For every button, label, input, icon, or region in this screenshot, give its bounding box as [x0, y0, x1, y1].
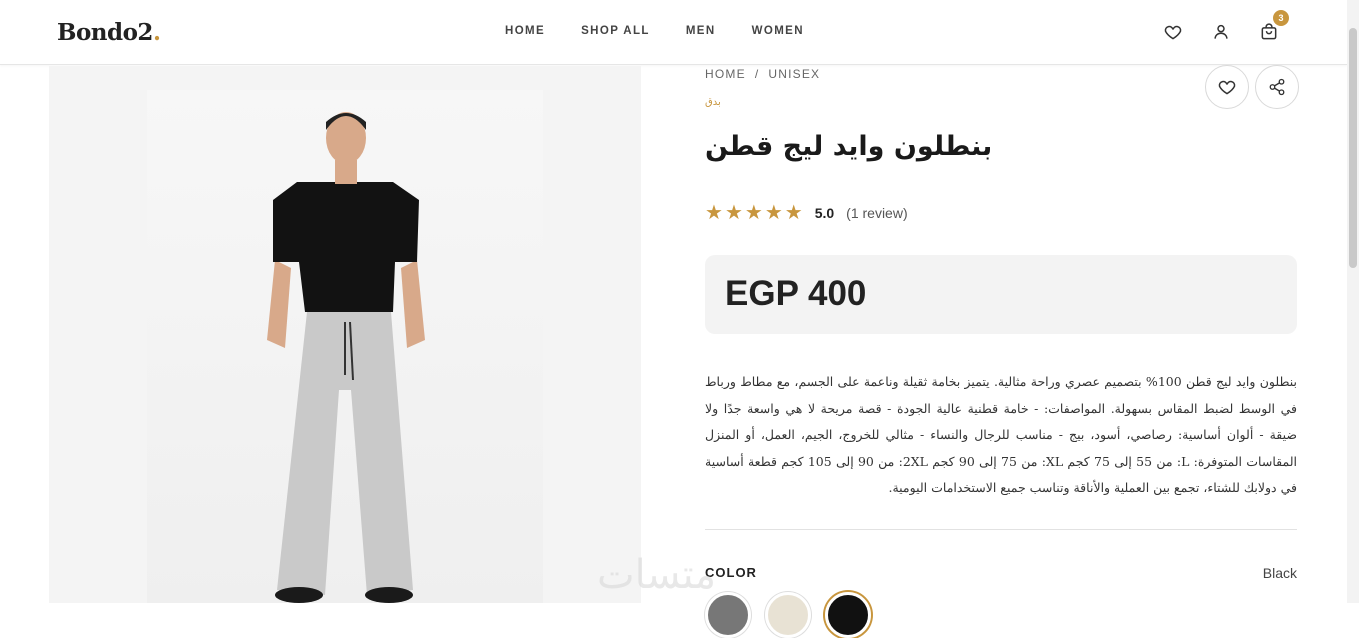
star-icon: ★ — [764, 202, 783, 224]
star-icon: ★ — [705, 202, 723, 224]
breadcrumb: HOME / UNISEX — [705, 67, 820, 81]
nav-home[interactable]: HOME — [505, 25, 545, 37]
nav-women[interactable]: WOMEN — [752, 25, 804, 37]
product-price: EGP 400 — [725, 274, 867, 313]
product-rating: ★ ★ ★ ★ ★ 5.0 (1 review) — [705, 202, 908, 224]
wishlist-button[interactable] — [1205, 65, 1249, 109]
breadcrumb-current[interactable]: UNISEX — [768, 67, 820, 81]
product-gallery — [49, 66, 641, 603]
cart-count-badge: 3 — [1273, 10, 1289, 26]
watermark: متسات — [597, 552, 717, 598]
nav-men[interactable]: MEN — [686, 25, 716, 37]
share-button[interactable] — [1255, 65, 1299, 109]
page-scrollbar[interactable] — [1347, 0, 1359, 603]
product-brand[interactable]: بدق — [705, 97, 721, 108]
scrollbar-thumb[interactable] — [1349, 28, 1357, 268]
heart-icon — [1218, 80, 1236, 95]
color-swatch-black[interactable] — [825, 592, 871, 638]
color-swatch-beige[interactable] — [765, 592, 811, 638]
logo[interactable]: Bondo2. — [57, 19, 161, 46]
star-icon: ★ — [724, 202, 743, 224]
star-icon: ★ — [744, 202, 763, 224]
star-icon: ★ — [784, 202, 803, 224]
share-icon — [1269, 78, 1285, 96]
review-count[interactable]: (1 review) — [846, 205, 907, 221]
divider — [705, 529, 1297, 530]
cart-icon[interactable] — [1259, 22, 1279, 42]
breadcrumb-separator: / — [754, 67, 760, 81]
rating-stars: ★ ★ ★ ★ ★ — [705, 202, 803, 224]
product-title: بنطلون وايد ليج قطن — [705, 131, 993, 162]
user-icon[interactable] — [1211, 22, 1231, 42]
selected-color: Black — [1262, 565, 1297, 581]
rating-value: 5.0 — [814, 205, 835, 221]
logo-text: Bondo2 — [57, 19, 153, 46]
main-nav: HOME SHOP ALL MEN WOMEN — [505, 25, 804, 37]
product-image[interactable] — [147, 90, 543, 603]
nav-shop-all[interactable]: SHOP ALL — [581, 25, 650, 37]
price-box: EGP 400 — [705, 255, 1297, 334]
color-swatch-gray[interactable] — [705, 592, 751, 638]
breadcrumb-home[interactable]: HOME — [705, 67, 746, 81]
site-header: Bondo2. HOME SHOP ALL MEN WOMEN 3 — [0, 0, 1347, 65]
product-description: بنطلون وايد ليج قطن 100% بتصميم عصري ورا… — [705, 374, 1297, 495]
heart-icon[interactable] — [1163, 22, 1183, 42]
logo-dot: . — [152, 19, 161, 46]
